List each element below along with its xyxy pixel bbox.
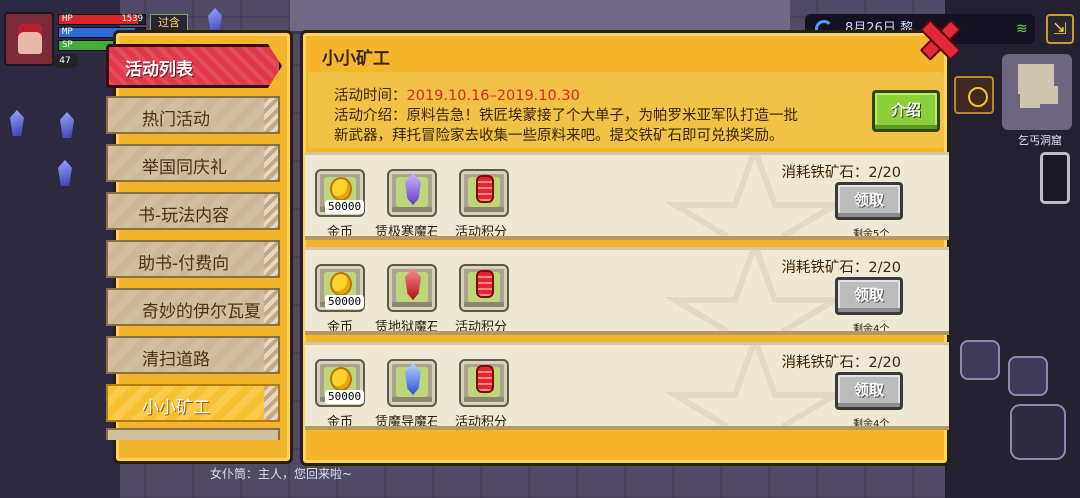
- ore-cost: 消耗铁矿石：2/20: [781, 355, 901, 371]
- reward-slot[interactable]: [387, 169, 437, 217]
- claim-button[interactable]: 领取: [835, 372, 903, 410]
- reward-quantity: 50000: [325, 200, 365, 214]
- phone-icon[interactable]: [1040, 152, 1070, 204]
- hp-label: HP: [62, 14, 73, 24]
- reward-slot[interactable]: [459, 359, 509, 407]
- chat-message: 女仆筒：主人，您回来啦~: [210, 467, 353, 481]
- activity-time: 活动时间：2019.10.16–2019.10.30: [334, 84, 580, 105]
- background-wall-top: [290, 0, 790, 34]
- remaining-count: 剩余4个: [853, 419, 890, 430]
- reward-slot[interactable]: [387, 359, 437, 407]
- remaining-count: 剩余5个: [853, 229, 890, 240]
- menu-item-paid-book[interactable]: 助书-付费向: [106, 240, 280, 278]
- menu-item-label: 助书-付费向: [138, 254, 230, 274]
- coin-icon: [330, 272, 352, 296]
- reward-label: 活动积分: [455, 225, 508, 240]
- activity-title: 小小矿工: [322, 49, 390, 69]
- remaining-count: 剩余4个: [853, 324, 890, 335]
- menu-item-label: 小小矿工: [142, 398, 210, 418]
- menu-item-hot[interactable]: 热门活动: [106, 96, 280, 134]
- event-point-icon: [476, 270, 494, 298]
- reward-slot[interactable]: 50000: [315, 359, 365, 407]
- reward-label: 赁极寒魔石: [375, 225, 437, 240]
- player-avatar[interactable]: [4, 12, 54, 66]
- bow-skill-button[interactable]: [1010, 404, 1066, 460]
- reward-label: 活动积分: [455, 415, 508, 430]
- activity-list-title: 活动列表: [125, 60, 193, 80]
- claim-button[interactable]: 领取: [835, 182, 903, 220]
- reward-label: 活动积分: [455, 320, 508, 335]
- mp-label: MP: [62, 27, 73, 37]
- activity-time-label: 活动时间：: [334, 88, 407, 104]
- activity-intro-line2: 新武器，拜托冒险家去收集一些原料来吧。提交铁矿石即可兑换奖励。: [334, 128, 784, 144]
- claim-button[interactable]: 领取: [835, 277, 903, 315]
- player-level: 47: [52, 54, 78, 68]
- skill-button[interactable]: [960, 340, 1000, 380]
- minimap[interactable]: [1002, 54, 1072, 130]
- reward-slot[interactable]: 50000: [315, 169, 365, 217]
- menu-item-label: 清扫道路: [142, 350, 210, 370]
- menu-next-item-stub: [106, 428, 280, 440]
- reward-quantity: 50000: [325, 295, 365, 309]
- ore-cost: 消耗铁矿石：2/20: [781, 165, 901, 181]
- reward-quantity: 50000: [325, 390, 365, 404]
- skill-button[interactable]: [1008, 356, 1048, 396]
- coin-icon: [330, 367, 352, 391]
- activity-intro-line1: 活动介绍：原料告急！铁匠埃蒙接了个大单子，为帕罗米亚军队打造一批: [334, 108, 798, 124]
- menu-item-label: 书-玩法内容: [138, 206, 230, 226]
- wifi-icon: ≋: [1016, 21, 1028, 37]
- reward-row: 50000 金币 赁魔导魔石 活动积分 消耗铁矿石：2/20 领取 剩余4个: [305, 342, 949, 430]
- menu-item-gameplay-book[interactable]: 书-玩法内容: [106, 192, 280, 230]
- ore-cost: 消耗铁矿石：2/20: [781, 260, 901, 276]
- hp-value: 1539: [121, 14, 143, 24]
- exit-icon[interactable]: ⇲: [1046, 14, 1074, 44]
- close-button[interactable]: [918, 18, 958, 58]
- menu-item-label: 奇妙的伊尔瓦夏: [142, 302, 261, 322]
- reward-label: 赁地狱魔石: [375, 320, 437, 335]
- menu-item-label: 举国同庆礼: [142, 158, 227, 178]
- reward-row: 50000 金币 赁地狱魔石 活动积分 消耗铁矿石：2/20 领取 剩余4个: [305, 247, 949, 335]
- intro-button[interactable]: 介绍: [872, 90, 940, 132]
- reward-label: 赁魔导魔石: [375, 415, 437, 430]
- reward-slot[interactable]: 50000: [315, 264, 365, 312]
- event-point-icon: [476, 365, 494, 393]
- hp-bar: HP 1539: [58, 14, 146, 25]
- activity-time-value: 2019.10.16–2019.10.30: [406, 88, 580, 104]
- sp-label: SP: [62, 40, 73, 50]
- menu-item-little-miner[interactable]: 小小矿工: [106, 384, 280, 422]
- location-label: 乞丐洞窟: [1018, 134, 1062, 147]
- event-point-icon: [476, 175, 494, 203]
- menu-item-national-celebration[interactable]: 举国同庆礼: [106, 144, 280, 182]
- reward-slot[interactable]: [459, 264, 509, 312]
- coin-icon: [330, 177, 352, 201]
- menu-item-label: 热门活动: [142, 110, 210, 130]
- menu-item-wonderful-irva[interactable]: 奇妙的伊尔瓦夏: [106, 288, 280, 326]
- background-wall-left: [0, 0, 120, 498]
- menu-item-clear-road[interactable]: 清扫道路: [106, 336, 280, 374]
- activity-list-header: 活动列表: [106, 44, 282, 88]
- reward-slot[interactable]: [387, 264, 437, 312]
- reward-slot[interactable]: [459, 169, 509, 217]
- reward-row: 50000 金币 赁极寒魔石 活动积分 消耗铁矿石：2/20 领取 剩余5个: [305, 152, 949, 240]
- replay-icon[interactable]: [954, 76, 994, 114]
